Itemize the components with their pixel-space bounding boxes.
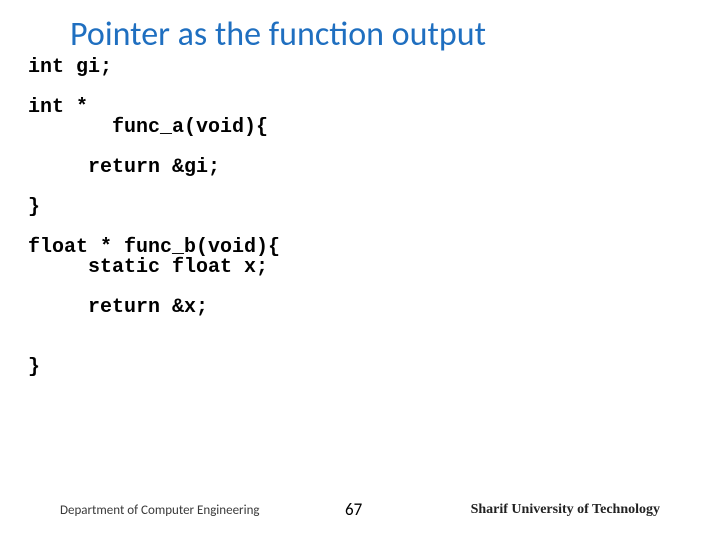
slide-title: Pointer as the function output [70,14,486,55]
footer-department: Department of Computer Engineering [60,503,260,518]
code-block: int gi; int * func_a(void){ return &gi; … [28,58,280,378]
slide: Pointer as the function output int gi; i… [0,0,720,540]
footer-page-number: 67 [345,499,362,520]
footer-university: Sharif University of Technology [471,502,660,518]
